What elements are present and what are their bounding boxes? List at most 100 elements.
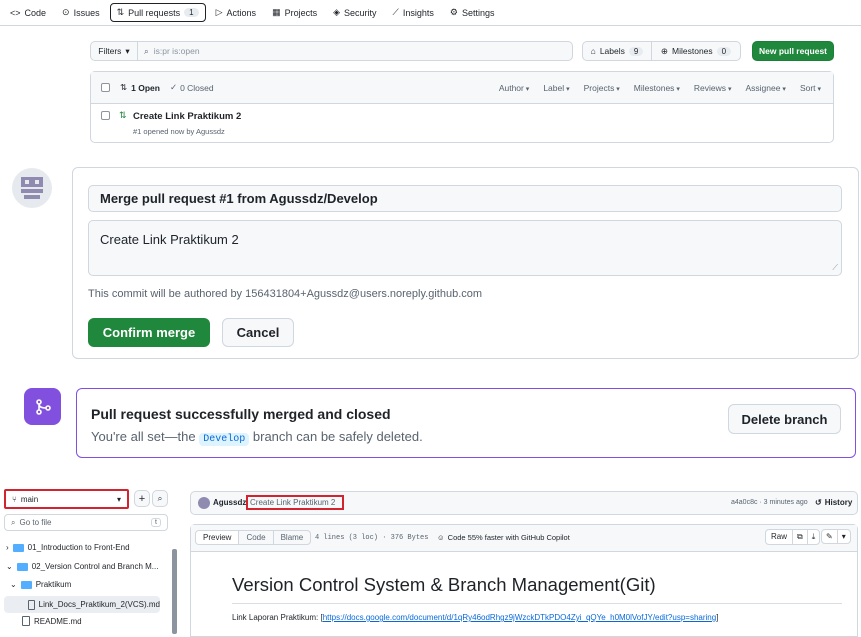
milestones-label: Milestones [672,46,713,56]
gear-icon: ⚙ [449,7,458,17]
copilot-label: Code 55% faster with GitHub Copilot [447,533,570,542]
tab-projects[interactable]: ▦ Projects [266,4,323,21]
file-content-panel: Preview Code Blame 4 lines (3 loc) · 376… [190,524,858,637]
go-to-file-input[interactable]: ⌕ Go to file t [4,514,168,531]
folder-icon [12,543,24,552]
confirm-merge-button[interactable]: Confirm merge [88,318,210,347]
labels-label: Labels [599,46,625,56]
merged-title: Pull request successfully merged and clo… [91,406,391,422]
tree-file-selected[interactable]: Link_Docs_Praktikum_2(VCS).md [4,596,160,613]
tab-code[interactable]: Code [239,531,274,544]
branch-name: main [20,494,39,504]
raw-button[interactable]: Raw [766,530,794,544]
avatar [198,497,210,509]
search-icon: ⌕ [157,493,163,503]
search-value: is:pr is:open [153,46,200,56]
cancel-button[interactable]: Cancel [222,318,294,347]
merged-description: You're all set—the Develop branch can be… [91,429,423,446]
commit-message-value: Create Link Praktikum 2 [100,232,239,247]
tab-pull-requests[interactable]: ⇅ Pull requests 1 [109,3,206,22]
resize-handle-icon[interactable]: ⟋ [832,263,838,273]
report-link[interactable]: https://docs.google.com/document/d/1qRy4… [323,613,716,622]
reviews-filter[interactable]: Reviews [694,83,732,93]
add-file-button[interactable]: + [134,490,150,507]
latest-commit-bar: Agussdz Create Link Praktikum 2 a4a0c8c … [190,491,858,515]
chevron-down-icon: ⌄ [10,580,17,589]
chevron-down-icon[interactable]: ▾ [838,530,850,543]
milestones-count: 0 [716,46,732,56]
select-all-checkbox[interactable] [101,83,110,92]
file-header: Preview Code Blame 4 lines (3 loc) · 376… [191,525,857,552]
tree-item-label: 01_Introduction to Front-End [27,543,130,552]
tab-preview[interactable]: Preview [196,531,240,544]
projects-filter[interactable]: Projects [584,83,620,93]
history-button[interactable]: ↺ History [815,498,852,507]
commit-title-value: Merge pull request #1 from Agussdz/Devel… [100,191,378,206]
tab-blame[interactable]: Blame [274,531,311,544]
assignee-filter[interactable]: Assignee [746,83,786,93]
copilot-hint[interactable]: ☺ Code 55% faster with GitHub Copilot [437,533,570,542]
new-pull-request-button[interactable]: New pull request [752,41,834,61]
labels-count: 9 [628,46,644,56]
labels-button[interactable]: ⌂ Labels 9 [582,41,652,61]
pr-search-input[interactable]: ⌕ is:pr is:open [137,41,573,61]
merged-desc-before: You're all set—the [91,429,196,444]
markdown-paragraph: Link Laporan Praktikum: [https://docs.go… [232,613,718,622]
tree-folder-praktikum[interactable]: ⌄ Praktikum [10,580,71,589]
tab-actions[interactable]: ▷ Actions [210,4,262,21]
history-icon: ↺ [815,498,822,507]
branch-icon: ⑂ [12,494,17,504]
author-filter[interactable]: Author [499,83,530,93]
milestones-button[interactable]: ⊕ Milestones 0 [651,41,741,61]
tab-security[interactable]: ◈ Security [327,4,382,21]
tree-file-readme[interactable]: README.md [22,616,82,626]
pr-checkbox[interactable] [101,111,110,120]
folder-open-icon [16,562,28,571]
tab-settings[interactable]: ⚙ Settings [444,4,501,21]
sort-filter[interactable]: Sort [800,83,821,93]
pr-meta: #1 opened now by Agussdz [133,127,225,136]
tab-insights-label: Insights [402,7,434,18]
tree-folder-vcs[interactable]: ⌄ 02_Version Control and Branch M... [6,562,158,571]
filters-label: Filters [98,46,122,56]
label-filter[interactable]: Label [543,83,569,93]
open-pr-icon: ⇅ [120,82,128,92]
check-icon: ✓ [169,82,178,92]
download-icon[interactable]: ⤓ [808,530,820,544]
commit-author[interactable]: Agussdz [213,498,246,507]
delete-branch-button[interactable]: Delete branch [728,404,841,434]
edit-actions: ✎ ▾ [821,529,851,544]
search-files-button[interactable]: ⌕ [152,490,168,507]
commit-message-textarea[interactable]: Create Link Praktikum 2 ⟋ [88,220,842,276]
tab-projects-label: Projects [284,7,318,18]
issue-icon: ⊙ [62,7,70,17]
open-count[interactable]: 1 Open [131,83,160,93]
tab-insights[interactable]: ⟋ Insights [387,4,440,21]
chevron-down-icon: ▾ [116,494,121,504]
code-icon: <> [10,7,21,18]
filters-button[interactable]: Filters ▾ [90,41,138,61]
pr-filter-dropdowns: Author Label Projects Milestones Reviews… [499,83,833,93]
copy-icon[interactable]: ⧉ [793,530,808,544]
pencil-icon[interactable]: ✎ [822,530,838,543]
tree-folder-intro[interactable]: › 01_Introduction to Front-End [6,543,130,552]
git-merge-icon [35,398,51,415]
tab-issues[interactable]: ⊙ Issues [56,4,106,21]
pr-list-header: ⇅ 1 Open ✓ 0 Closed Author Label Project… [91,72,833,104]
go-to-file-placeholder: Go to file [19,518,52,527]
closed-count[interactable]: 0 Closed [180,83,214,93]
pull-request-icon: ⇅ [116,7,125,17]
commit-message-link[interactable]: Create Link Praktikum 2 [246,495,344,510]
tab-code[interactable]: <> Code [4,5,52,21]
new-pr-label: New pull request [758,46,827,56]
commit-title-input[interactable]: Merge pull request #1 from Agussdz/Devel… [88,185,842,212]
tree-scrollbar[interactable] [172,549,177,634]
view-mode-tabs: Preview Code Blame [195,530,312,545]
pr-title-link[interactable]: Create Link Praktikum 2 [133,111,241,122]
cancel-label: Cancel [236,325,280,340]
shortcut-key: t [151,518,161,527]
milestones-filter[interactable]: Milestones [634,83,680,93]
shield-icon: ◈ [333,7,341,17]
branch-selector[interactable]: ⑂ main ▾ [4,489,129,509]
branch-name-badge[interactable]: Develop [199,433,250,446]
